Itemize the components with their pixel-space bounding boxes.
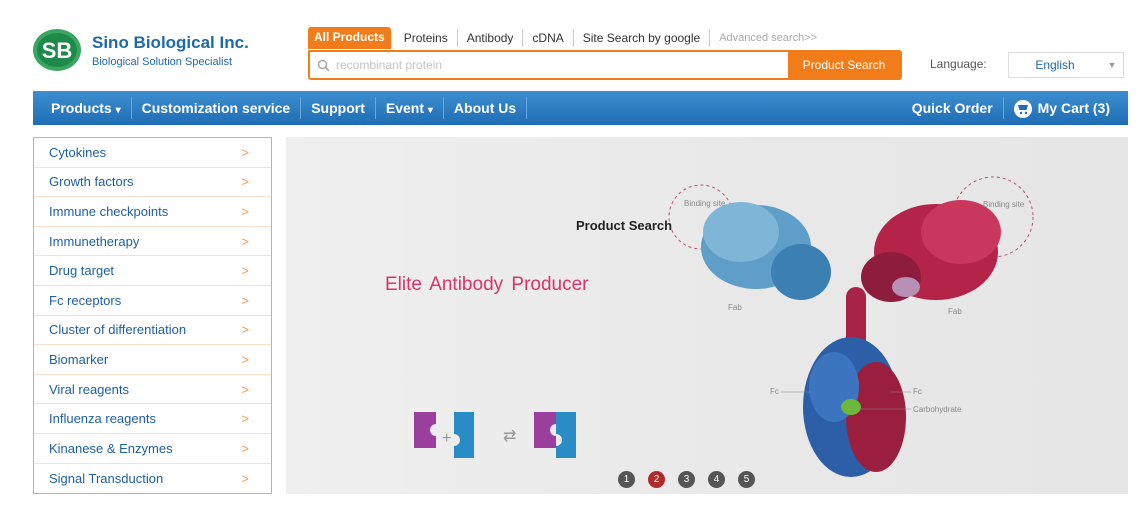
category-item-signal-transduction[interactable]: Signal Transduction > [34, 464, 271, 494]
tab-cdna[interactable]: cDNA [523, 29, 574, 47]
category-item-drug-target[interactable]: Drug target > [34, 256, 271, 286]
category-item-influenza-reagents[interactable]: Influenza reagents > [34, 404, 271, 434]
category-item-kinanese-enzymes[interactable]: Kinanese & Enzymes > [34, 434, 271, 464]
banner-product-search-label: Product Search [576, 218, 673, 233]
language-select[interactable]: English ▼ [1008, 52, 1124, 78]
fc-label-right: Fc [913, 387, 922, 396]
search-input[interactable] [336, 52, 788, 78]
hero-banner[interactable]: + ⇄ Elite Antibody Producer Product Sear… [286, 137, 1128, 494]
my-cart-link[interactable]: My Cart (3) [1004, 97, 1128, 119]
banner-title: Elite Antibody Producer [385, 274, 589, 295]
nav-customization-service[interactable]: Customization service [132, 97, 302, 119]
chevron-right-icon: > [241, 174, 249, 190]
product-search-button[interactable]: Product Search [788, 52, 900, 78]
category-item-cytokines[interactable]: Cytokines > [34, 138, 271, 168]
svg-text:+: + [442, 430, 451, 447]
logo-letters: SB [42, 38, 73, 63]
chevron-right-icon: > [241, 263, 249, 279]
chevron-right-icon: > [241, 322, 249, 338]
chevron-right-icon: > [241, 233, 249, 249]
nav-about-us[interactable]: About Us [444, 97, 528, 119]
category-item-viral-reagents[interactable]: Viral reagents > [34, 375, 271, 405]
binding-site-label-left: Binding site [684, 199, 726, 208]
antibody-illustration: + ⇄ [414, 176, 1034, 477]
category-item-cluster-of-differentiation[interactable]: Cluster of differentiation > [34, 316, 271, 346]
chevron-right-icon: > [241, 470, 249, 486]
brand-logo[interactable]: SB Sino Biological Inc. Biological Solut… [32, 26, 282, 74]
carousel-dot-5[interactable]: 5 [738, 471, 755, 488]
chevron-right-icon: > [241, 351, 249, 367]
chevron-right-icon: > [241, 203, 249, 219]
tab-all-products[interactable]: All Products [308, 27, 391, 49]
brand-tagline: Biological Solution Specialist [92, 55, 233, 68]
search-box: Product Search [308, 50, 902, 80]
language-label: Language: [930, 57, 987, 71]
fab-label-right: Fab [948, 307, 962, 316]
nav-products[interactable]: Products ▾ [33, 97, 132, 119]
language-value: English [1035, 58, 1075, 72]
chevron-right-icon: > [241, 440, 249, 456]
tab-site-search-google[interactable]: Site Search by google [574, 29, 711, 47]
category-item-biomarker[interactable]: Biomarker > [34, 345, 271, 375]
carousel-dot-3[interactable]: 3 [678, 471, 695, 488]
tab-proteins[interactable]: Proteins [395, 29, 458, 47]
caret-down-icon: ▾ [427, 105, 433, 116]
caret-down-icon: ▾ [115, 105, 121, 116]
search-icon [310, 52, 336, 78]
nav-event[interactable]: Event ▾ [376, 97, 444, 119]
nav-support[interactable]: Support [301, 97, 376, 119]
chevron-right-icon: > [241, 292, 249, 308]
category-item-growth-factors[interactable]: Growth factors > [34, 168, 271, 198]
quick-order-link[interactable]: Quick Order [894, 97, 1004, 119]
binding-site-label-right: Binding site [983, 200, 1025, 209]
search-tabs: All Products Proteins Antibody cDNA Site… [308, 27, 826, 49]
category-item-immunetherapy[interactable]: Immunetherapy > [34, 227, 271, 257]
tab-antibody[interactable]: Antibody [458, 29, 524, 47]
advanced-search-link[interactable]: Advanced search>> [710, 29, 826, 47]
brand-name: Sino Biological Inc. [92, 32, 249, 52]
cart-icon [1013, 100, 1032, 119]
carbohydrate-label: Carbohydrate [913, 405, 962, 414]
carousel-dot-2[interactable]: 2 [648, 471, 665, 488]
main-nav: Products ▾ Customization service Support… [33, 91, 1128, 125]
chevron-right-icon: > [241, 381, 249, 397]
fab-label-left: Fab [728, 303, 742, 312]
sb-logo-icon: SB [33, 29, 81, 71]
fc-label-left: Fc [770, 387, 779, 396]
category-menu: Cytokines > Growth factors > Immune checkp… [33, 137, 272, 494]
chevron-down-icon: ▼ [1107, 60, 1117, 70]
carousel-dot-1[interactable]: 1 [618, 471, 635, 488]
chevron-right-icon: > [241, 144, 249, 160]
category-item-immune-checkpoints[interactable]: Immune checkpoints > [34, 197, 271, 227]
category-item-fc-receptors[interactable]: Fc receptors > [34, 286, 271, 316]
chevron-right-icon: > [241, 411, 249, 427]
carousel-dot-4[interactable]: 4 [708, 471, 725, 488]
svg-text:⇄: ⇄ [503, 428, 516, 445]
carousel-indicators: 1 2 3 4 5 [618, 471, 755, 488]
